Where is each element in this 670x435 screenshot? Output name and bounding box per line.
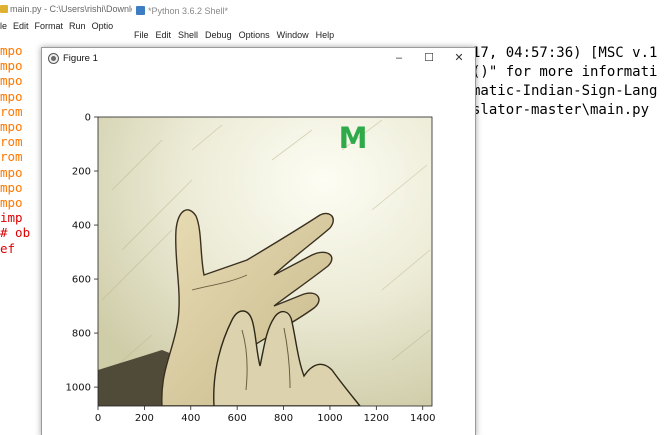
y-tick-label: 800 [72, 329, 91, 340]
editor-menu-options[interactable]: Optio [92, 21, 114, 31]
editor-title-bar[interactable]: main.py - C:\Users\rishi\Downlo [0, 4, 132, 18]
shell-menu-file[interactable]: File [134, 30, 149, 40]
shell-title-text: *Python 3.6.2 Shell* [148, 6, 229, 16]
shell-menu-bar: File Edit Shell Debug Options Window Help [134, 30, 341, 40]
shell-title-bar[interactable]: *Python 3.6.2 Shell* [136, 6, 228, 16]
y-tick-label: 200 [72, 167, 91, 178]
shell-menu-shell[interactable]: Shell [178, 30, 198, 40]
shell-menu-window[interactable]: Window [277, 30, 309, 40]
code-line: # ob [0, 225, 31, 241]
close-button[interactable]: ✕ [445, 50, 473, 66]
shell-menu-help[interactable]: Help [316, 30, 335, 40]
x-tick-label: 0 [95, 413, 101, 424]
x-tick-label: 1000 [317, 413, 342, 424]
figure-window: Figure 1 – ☐ ✕ M 0 200 400 600 800 1000 … [41, 47, 476, 435]
editor-menu-run[interactable]: Run [69, 21, 86, 31]
prediction-letter: M [339, 121, 368, 155]
code-line: rom [0, 103, 23, 119]
editor-title-text: main.py - C:\Users\rishi\Downlo [10, 4, 132, 14]
code-line: rom [0, 149, 23, 165]
x-axis: 0 200 400 600 800 1000 1200 1400 [95, 406, 435, 424]
code-line: mpo [0, 164, 23, 180]
shell-line: 17, 04:57:36) [MSC v.1 [472, 45, 658, 61]
editor-menu-edit[interactable]: Edit [13, 21, 29, 31]
code-line: ef [0, 240, 16, 256]
y-tick-label: 600 [72, 275, 91, 286]
figure-canvas[interactable]: M 0 200 400 600 800 1000 1200 1400 0 200 400 600 80… [42, 70, 475, 435]
y-axis: 0 200 400 600 800 1000 [66, 113, 98, 394]
hand-sign-image [98, 117, 432, 406]
minimize-button[interactable]: – [385, 50, 413, 66]
shell-line: ()" for more informati [472, 64, 658, 80]
figure-title-bar[interactable]: Figure 1 – ☐ ✕ [42, 48, 475, 70]
x-tick-label: 800 [274, 413, 293, 424]
x-tick-label: 200 [135, 413, 154, 424]
code-line: mpo [0, 58, 23, 74]
shell-menu-options[interactable]: Options [239, 30, 270, 40]
code-line: mpo [0, 195, 23, 211]
y-tick-label: 400 [72, 221, 91, 232]
shell-output[interactable]: 17, 04:57:36) [MSC v.1 ()" for more infor… [472, 44, 657, 120]
idle-icon [136, 6, 145, 15]
shell-line: matic-Indian-Sign-Lang [472, 83, 658, 99]
shell-menu-debug[interactable]: Debug [205, 30, 232, 40]
maximize-button[interactable]: ☐ [415, 50, 443, 66]
y-tick-label: 0 [85, 113, 91, 124]
code-line: mpo [0, 43, 23, 58]
code-line: rom [0, 134, 23, 150]
editor-menu-format[interactable]: Format [35, 21, 64, 31]
matplotlib-icon [48, 53, 59, 64]
shell-line: slator-master\main.py [472, 102, 650, 118]
x-tick-label: 600 [228, 413, 247, 424]
editor-menu-bar: ile Edit Format Run Optio [0, 21, 132, 35]
code-line: mpo [0, 119, 23, 135]
x-tick-label: 400 [181, 413, 200, 424]
code-line: mpo [0, 179, 23, 195]
x-tick-label: 1400 [410, 413, 435, 424]
editor-menu-file[interactable]: ile [0, 21, 7, 31]
y-tick-label: 1000 [66, 383, 91, 394]
code-line: imp [0, 210, 23, 226]
shell-menu-edit[interactable]: Edit [156, 30, 172, 40]
x-tick-label: 1200 [364, 413, 389, 424]
python-file-icon [0, 5, 8, 13]
code-line: mpo [0, 73, 23, 89]
figure-title: Figure 1 [63, 53, 98, 64]
code-line: mpo [0, 88, 23, 104]
editor-code-area[interactable]: mpo mpo mpo mpo rom mpo rom rom mpo mpo … [0, 43, 30, 256]
